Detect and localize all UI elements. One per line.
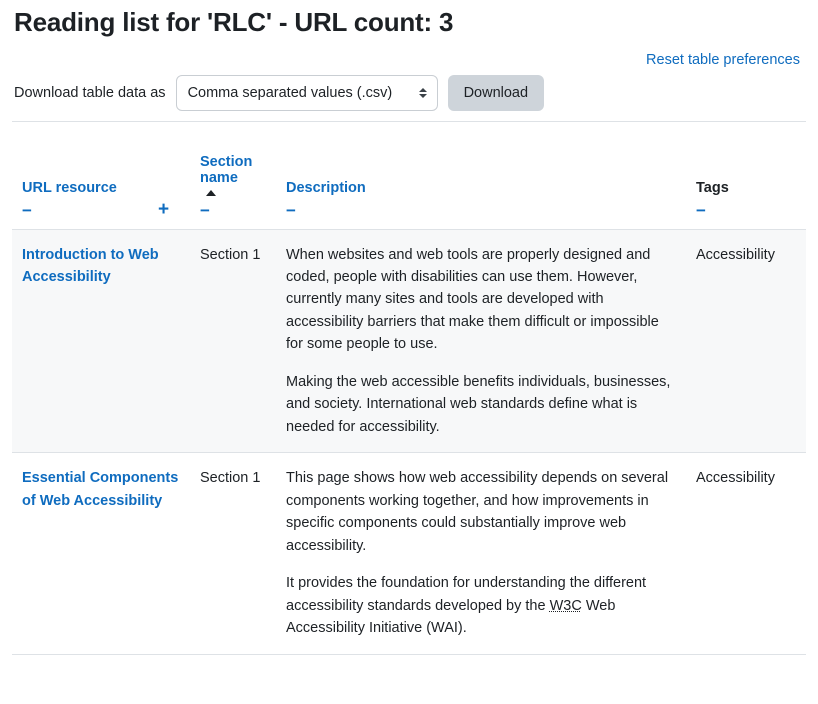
download-toolbar: Download table data as Comma separated v… <box>12 67 806 121</box>
tag-label: Accessibility <box>696 246 775 263</box>
sort-ascending-icon <box>206 189 216 196</box>
reset-preferences-row: Reset table preferences <box>12 39 806 68</box>
download-format-select[interactable]: Comma separated values (.csv) <box>175 74 438 111</box>
collapse-column-tags-icon[interactable]: − <box>696 202 712 219</box>
sort-link-description[interactable]: Description <box>286 180 366 196</box>
table-row: Essential Components of Web Accessibilit… <box>12 452 806 655</box>
download-label: Download table data as <box>14 84 166 101</box>
table-row: Introduction to Web Accessibility Sectio… <box>12 229 806 454</box>
expand-column-plus-icon[interactable]: + <box>158 200 182 219</box>
cell-tags: Accessibility <box>686 229 806 454</box>
download-format-value[interactable]: Comma separated values (.csv) <box>175 74 438 111</box>
column-header-tags-label: Tags <box>696 179 729 196</box>
reset-table-preferences-link[interactable]: Reset table preferences <box>646 52 800 68</box>
description-paragraph: It provides the foundation for understan… <box>286 572 678 639</box>
resource-link[interactable]: Essential Components of Web Accessibilit… <box>22 470 178 508</box>
cell-section-name: Section 1 <box>190 229 276 454</box>
cell-url-resource: Essential Components of Web Accessibilit… <box>12 452 190 655</box>
cell-url-resource: Introduction to Web Accessibility <box>12 229 190 454</box>
table-header-row: URL resource − + Section name − Descript… <box>12 120 806 230</box>
column-header-description: Description − <box>276 120 686 230</box>
sort-link-section-name[interactable]: Section name <box>200 154 252 186</box>
collapse-column-section-name-icon[interactable]: − <box>200 202 216 219</box>
sort-link-url-resource[interactable]: URL resource <box>22 180 117 196</box>
w3c-abbreviation[interactable]: W3C <box>550 598 582 614</box>
cell-section-name: Section 1 <box>190 452 276 655</box>
description-paragraph: Making the web accessible benefits indiv… <box>286 373 671 435</box>
cell-description: When websites and web tools are properly… <box>276 229 686 454</box>
collapse-column-description-icon[interactable]: − <box>286 202 302 219</box>
download-button[interactable]: Download <box>447 74 545 111</box>
collapse-column-url-resource-icon[interactable]: − <box>22 202 38 219</box>
cell-tags: Accessibility <box>686 452 806 655</box>
description-paragraph: When websites and web tools are properly… <box>286 246 659 353</box>
page-title: Reading list for 'RLC' - URL count: 3 <box>14 7 454 37</box>
reading-list-table: URL resource − + Section name − Descript… <box>12 120 806 655</box>
column-header-expand: + <box>148 120 190 230</box>
reading-list-page: Reading list for 'RLC' - URL count: 3 Re… <box>0 6 818 655</box>
resource-link[interactable]: Introduction to Web Accessibility <box>22 247 159 285</box>
column-header-tags: Tags − <box>686 120 806 230</box>
tag-label: Accessibility <box>696 470 775 487</box>
table-header: URL resource − + Section name − Descript… <box>12 120 806 230</box>
table-body: Introduction to Web Accessibility Sectio… <box>12 229 806 655</box>
cell-description: This page shows how web accessibility de… <box>276 452 686 655</box>
column-header-section-name: Section name − <box>190 120 276 230</box>
description-paragraph: This page shows how web accessibility de… <box>286 470 669 554</box>
column-header-url-resource: URL resource − <box>12 120 148 230</box>
